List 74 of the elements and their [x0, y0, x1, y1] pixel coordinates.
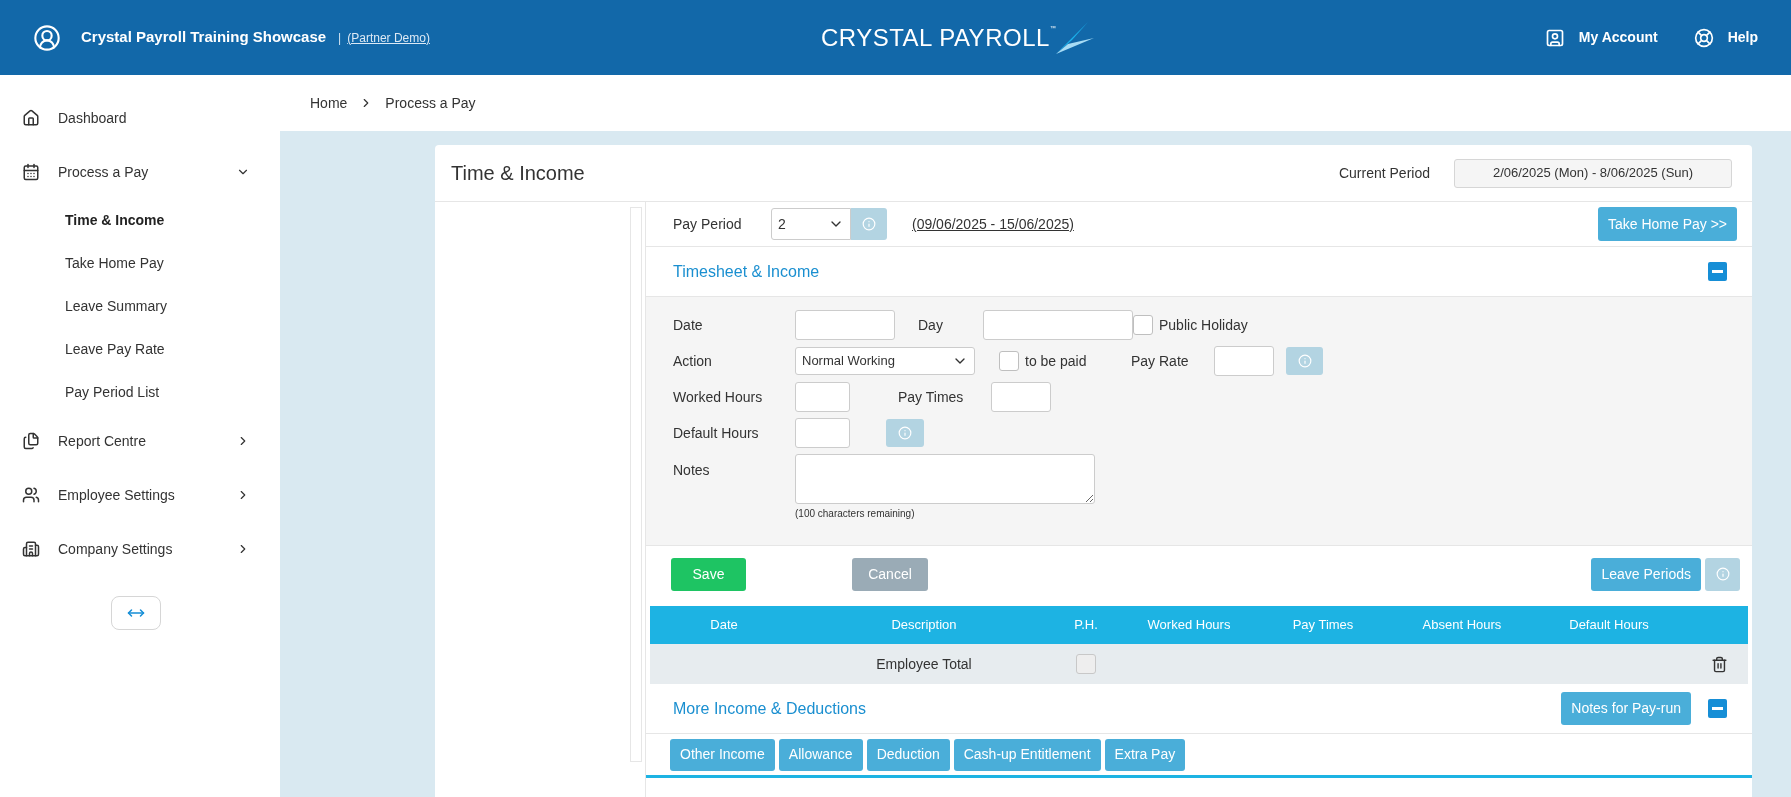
- breadcrumb-link[interactable]: Process a Pay: [385, 92, 476, 114]
- notes-field[interactable]: [795, 454, 1095, 504]
- day-field[interactable]: [983, 310, 1133, 340]
- to-be-paid-checkbox[interactable]: [999, 351, 1019, 371]
- nav-subitem[interactable]: Take Home Pay: [22, 242, 250, 285]
- current-period-field: 2/06/2025 (Mon) - 8/06/2025 (Sun): [1454, 158, 1732, 188]
- notes-label: Notes: [673, 461, 711, 480]
- default-hours-label: Default Hours: [673, 423, 760, 443]
- collapse-button[interactable]: [1708, 262, 1727, 281]
- column-header: Absent Hours: [1421, 616, 1503, 635]
- home-icon: [22, 109, 40, 127]
- current-period-label: Current Period: [1338, 163, 1430, 183]
- building-icon: [22, 540, 40, 558]
- pay-period-label: Pay Period: [673, 214, 743, 234]
- pay-times-label: Pay Times: [898, 387, 965, 407]
- date-label: Date: [673, 315, 704, 335]
- to-be-paid-label: to be paid: [1025, 351, 1088, 371]
- info-button[interactable]: [851, 208, 887, 240]
- public-holiday-label: Public Holiday: [1159, 315, 1248, 335]
- column-header: Default Hours: [1568, 616, 1650, 635]
- partner-demo-link[interactable]: (Partner Demo): [347, 28, 430, 47]
- nav-subitem[interactable]: Leave Pay Rate: [22, 328, 250, 371]
- info-button[interactable]: [1705, 557, 1740, 591]
- info-button[interactable]: [1286, 347, 1323, 375]
- section-title: Timesheet & Income: [673, 261, 821, 282]
- trash-icon[interactable]: [1710, 655, 1728, 673]
- user-icon: [33, 23, 61, 52]
- help-link[interactable]: Help: [1693, 27, 1758, 48]
- column-header: Pay Times: [1291, 616, 1355, 635]
- characters-remaining-hint: (100 characters remaining): [795, 507, 916, 521]
- nav-item[interactable]: Employee Settings: [22, 468, 250, 522]
- lifebuoy-icon: [1693, 27, 1714, 48]
- collapse-sidebar-button[interactable]: [111, 596, 161, 630]
- user-card-icon: [1544, 27, 1565, 48]
- nav-item[interactable]: Process a Pay: [22, 145, 250, 199]
- nav-subitem[interactable]: Pay Period List: [22, 371, 250, 414]
- calendar-icon: [22, 163, 40, 181]
- account-link[interactable]: My Account: [1544, 27, 1658, 48]
- pay-period-select[interactable]: 2: [771, 208, 851, 240]
- pay-rate-field[interactable]: [1214, 346, 1274, 376]
- day-label: Day: [918, 315, 944, 335]
- nav-item[interactable]: Report Centre: [22, 414, 250, 468]
- company-name: Crystal Payroll Training Showcase: [81, 27, 327, 48]
- nav-item[interactable]: Company Settings: [22, 522, 250, 576]
- action-label: Action: [673, 351, 713, 371]
- info-icon: [898, 426, 912, 440]
- worked-hours-field[interactable]: [795, 382, 850, 412]
- nav-item[interactable]: Dashboard: [22, 91, 250, 145]
- column-header: Worked Hours: [1146, 616, 1232, 635]
- column-header: Description: [890, 616, 958, 635]
- info-icon: [1297, 354, 1312, 368]
- page-title: Time & Income: [451, 161, 586, 186]
- column-header: P.H.: [1073, 616, 1099, 635]
- default-hours-field[interactable]: [795, 418, 850, 448]
- worked-hours-label: Worked Hours: [673, 387, 764, 407]
- column-header: Date: [709, 616, 739, 635]
- nav-subitem[interactable]: Time & Income: [22, 199, 250, 242]
- public-holiday-checkbox[interactable]: [1133, 315, 1153, 335]
- people-icon: [22, 486, 40, 504]
- separator: |: [338, 29, 342, 47]
- info-icon: [862, 217, 876, 231]
- collapse-button[interactable]: [1708, 699, 1727, 718]
- files-icon: [22, 432, 40, 450]
- pay-rate-label: Pay Rate: [1131, 351, 1190, 371]
- nav-subitem[interactable]: Leave Summary: [22, 285, 250, 328]
- info-button[interactable]: [886, 419, 924, 447]
- section-title: More Income & Deductions: [673, 698, 867, 719]
- pay-period-dates-link[interactable]: (09/06/2025 - 15/06/2025): [912, 213, 1074, 235]
- breadcrumb-link[interactable]: Home: [310, 92, 348, 114]
- date-field[interactable]: [795, 310, 895, 340]
- pay-times-field[interactable]: [991, 382, 1051, 412]
- table-cell-text: Employee Total: [876, 654, 972, 674]
- info-icon: [1715, 567, 1730, 581]
- action-select[interactable]: Normal Working: [795, 347, 975, 375]
